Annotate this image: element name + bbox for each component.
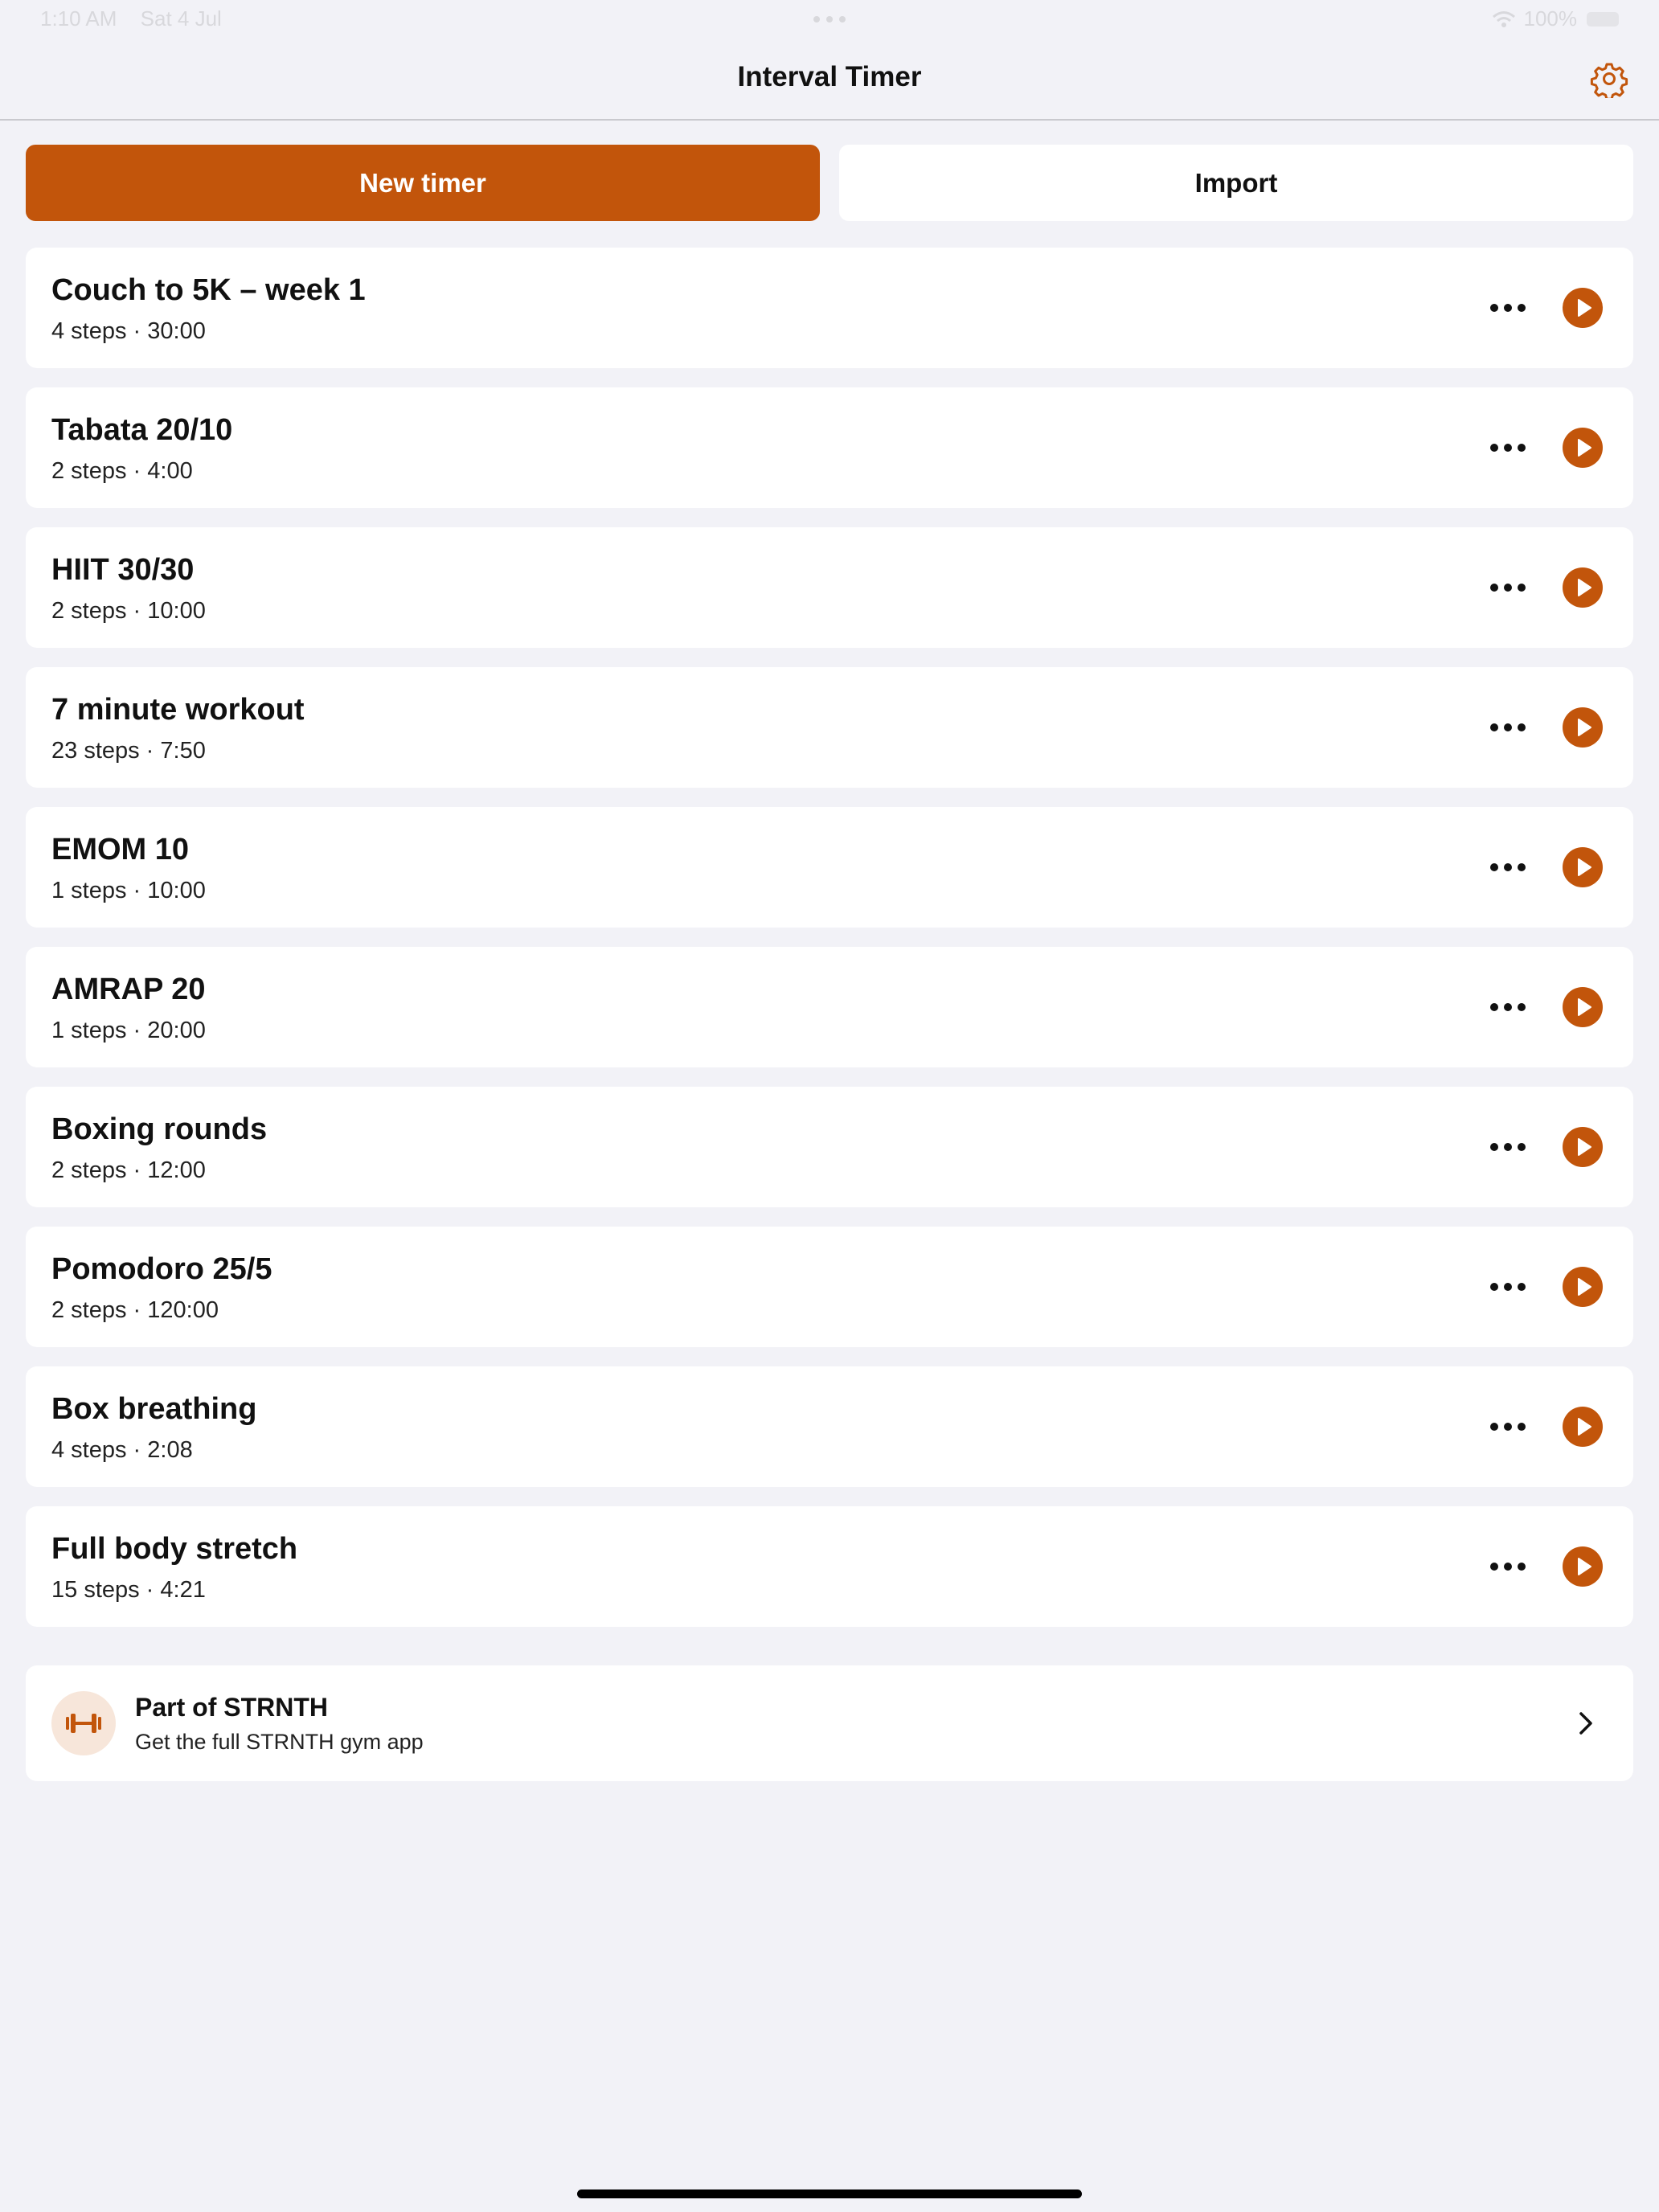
timer-name: Pomodoro 25/5 [51,1252,272,1286]
timer-row[interactable]: 7 minute workout 23 steps · 7:50 [26,667,1633,788]
timer-meta: 23 steps · 7:50 [51,738,206,764]
status-date: Sat 4 Jul [140,6,222,31]
promo-subtitle: Get the full STRNTH gym app [135,1730,424,1754]
timer-row[interactable]: Full body stretch 15 steps · 4:21 [26,1506,1633,1627]
timer-name: Tabata 20/10 [51,413,233,447]
timer-row[interactable]: Box breathing 4 steps · 2:08 [26,1366,1633,1487]
status-indicators: 100% [1492,6,1619,31]
timer-meta: 15 steps · 4:21 [51,1577,206,1603]
timer-name: Full body stretch [51,1532,298,1566]
dumbbell-icon [51,1691,116,1755]
gear-icon [1590,63,1628,100]
timer-name: Boxing rounds [51,1112,268,1146]
more-options-icon[interactable] [1490,1272,1526,1301]
timer-meta: 1 steps · 20:00 [51,1018,206,1043]
timer-name: Box breathing [51,1392,257,1426]
timer-name: 7 minute workout [51,693,305,727]
play-icon[interactable] [1563,1407,1603,1447]
timer-row[interactable]: Pomodoro 25/5 2 steps · 120:00 [26,1227,1633,1347]
page-title: Interval Timer [737,61,922,92]
battery-percent: 100% [1523,6,1578,31]
timer-name: EMOM 10 [51,833,190,866]
play-icon[interactable] [1563,1267,1603,1307]
home-indicator[interactable] [577,2189,1082,2198]
timer-name: HIIT 30/30 [51,553,195,587]
more-options-icon[interactable] [1490,853,1526,882]
play-icon[interactable] [1563,288,1603,328]
multitasking-dots-icon[interactable] [813,16,846,23]
timer-row[interactable]: EMOM 10 1 steps · 10:00 [26,807,1633,928]
status-time: 1:10 AM [40,6,117,31]
more-options-icon[interactable] [1490,713,1526,742]
play-icon[interactable] [1563,847,1603,887]
timer-meta: 2 steps · 4:00 [51,458,193,484]
timer-name: AMRAP 20 [51,973,206,1006]
navigation-bar: Interval Timer [0,39,1659,121]
more-options-icon[interactable] [1490,573,1526,602]
timer-meta: 4 steps · 2:08 [51,1437,193,1463]
timer-meta: 4 steps · 30:00 [51,318,206,344]
more-options-icon[interactable] [1490,293,1526,322]
timer-row[interactable]: Tabata 20/10 2 steps · 4:00 [26,387,1633,508]
timer-list: Couch to 5K – week 1 4 steps · 30:00 Tab… [26,248,1633,1646]
promo-title: Part of STRNTH [135,1693,328,1722]
timer-meta: 2 steps · 120:00 [51,1297,219,1323]
wifi-icon [1492,10,1515,27]
timer-row[interactable]: Boxing rounds 2 steps · 12:00 [26,1087,1633,1207]
more-options-icon[interactable] [1490,1133,1526,1161]
play-icon[interactable] [1563,707,1603,748]
new-timer-button[interactable]: New timer [26,145,820,221]
status-time-date: 1:10 AM Sat 4 Jul [40,6,240,31]
play-icon[interactable] [1563,987,1603,1027]
strnth-promo-card[interactable]: Part of STRNTH Get the full STRNTH gym a… [26,1665,1633,1781]
timer-name: Couch to 5K – week 1 [51,273,366,307]
play-icon[interactable] [1563,567,1603,608]
more-options-icon[interactable] [1490,993,1526,1022]
status-bar: 1:10 AM Sat 4 Jul 100% [0,0,1659,39]
play-icon[interactable] [1563,1546,1603,1587]
timer-row[interactable]: AMRAP 20 1 steps · 20:00 [26,947,1633,1067]
more-options-icon[interactable] [1490,433,1526,462]
timer-row[interactable]: Couch to 5K – week 1 4 steps · 30:00 [26,248,1633,368]
play-icon[interactable] [1563,428,1603,468]
play-icon[interactable] [1563,1127,1603,1167]
more-options-icon[interactable] [1490,1412,1526,1441]
chevron-right-icon [1579,1712,1592,1735]
timer-meta: 2 steps · 12:00 [51,1157,206,1183]
more-options-icon[interactable] [1490,1552,1526,1581]
timer-meta: 2 steps · 10:00 [51,598,206,624]
import-button[interactable]: Import [839,145,1633,221]
timer-meta: 1 steps · 10:00 [51,878,206,903]
battery-icon [1587,11,1619,27]
timer-row[interactable]: HIIT 30/30 2 steps · 10:00 [26,527,1633,648]
settings-button[interactable] [1590,59,1628,100]
